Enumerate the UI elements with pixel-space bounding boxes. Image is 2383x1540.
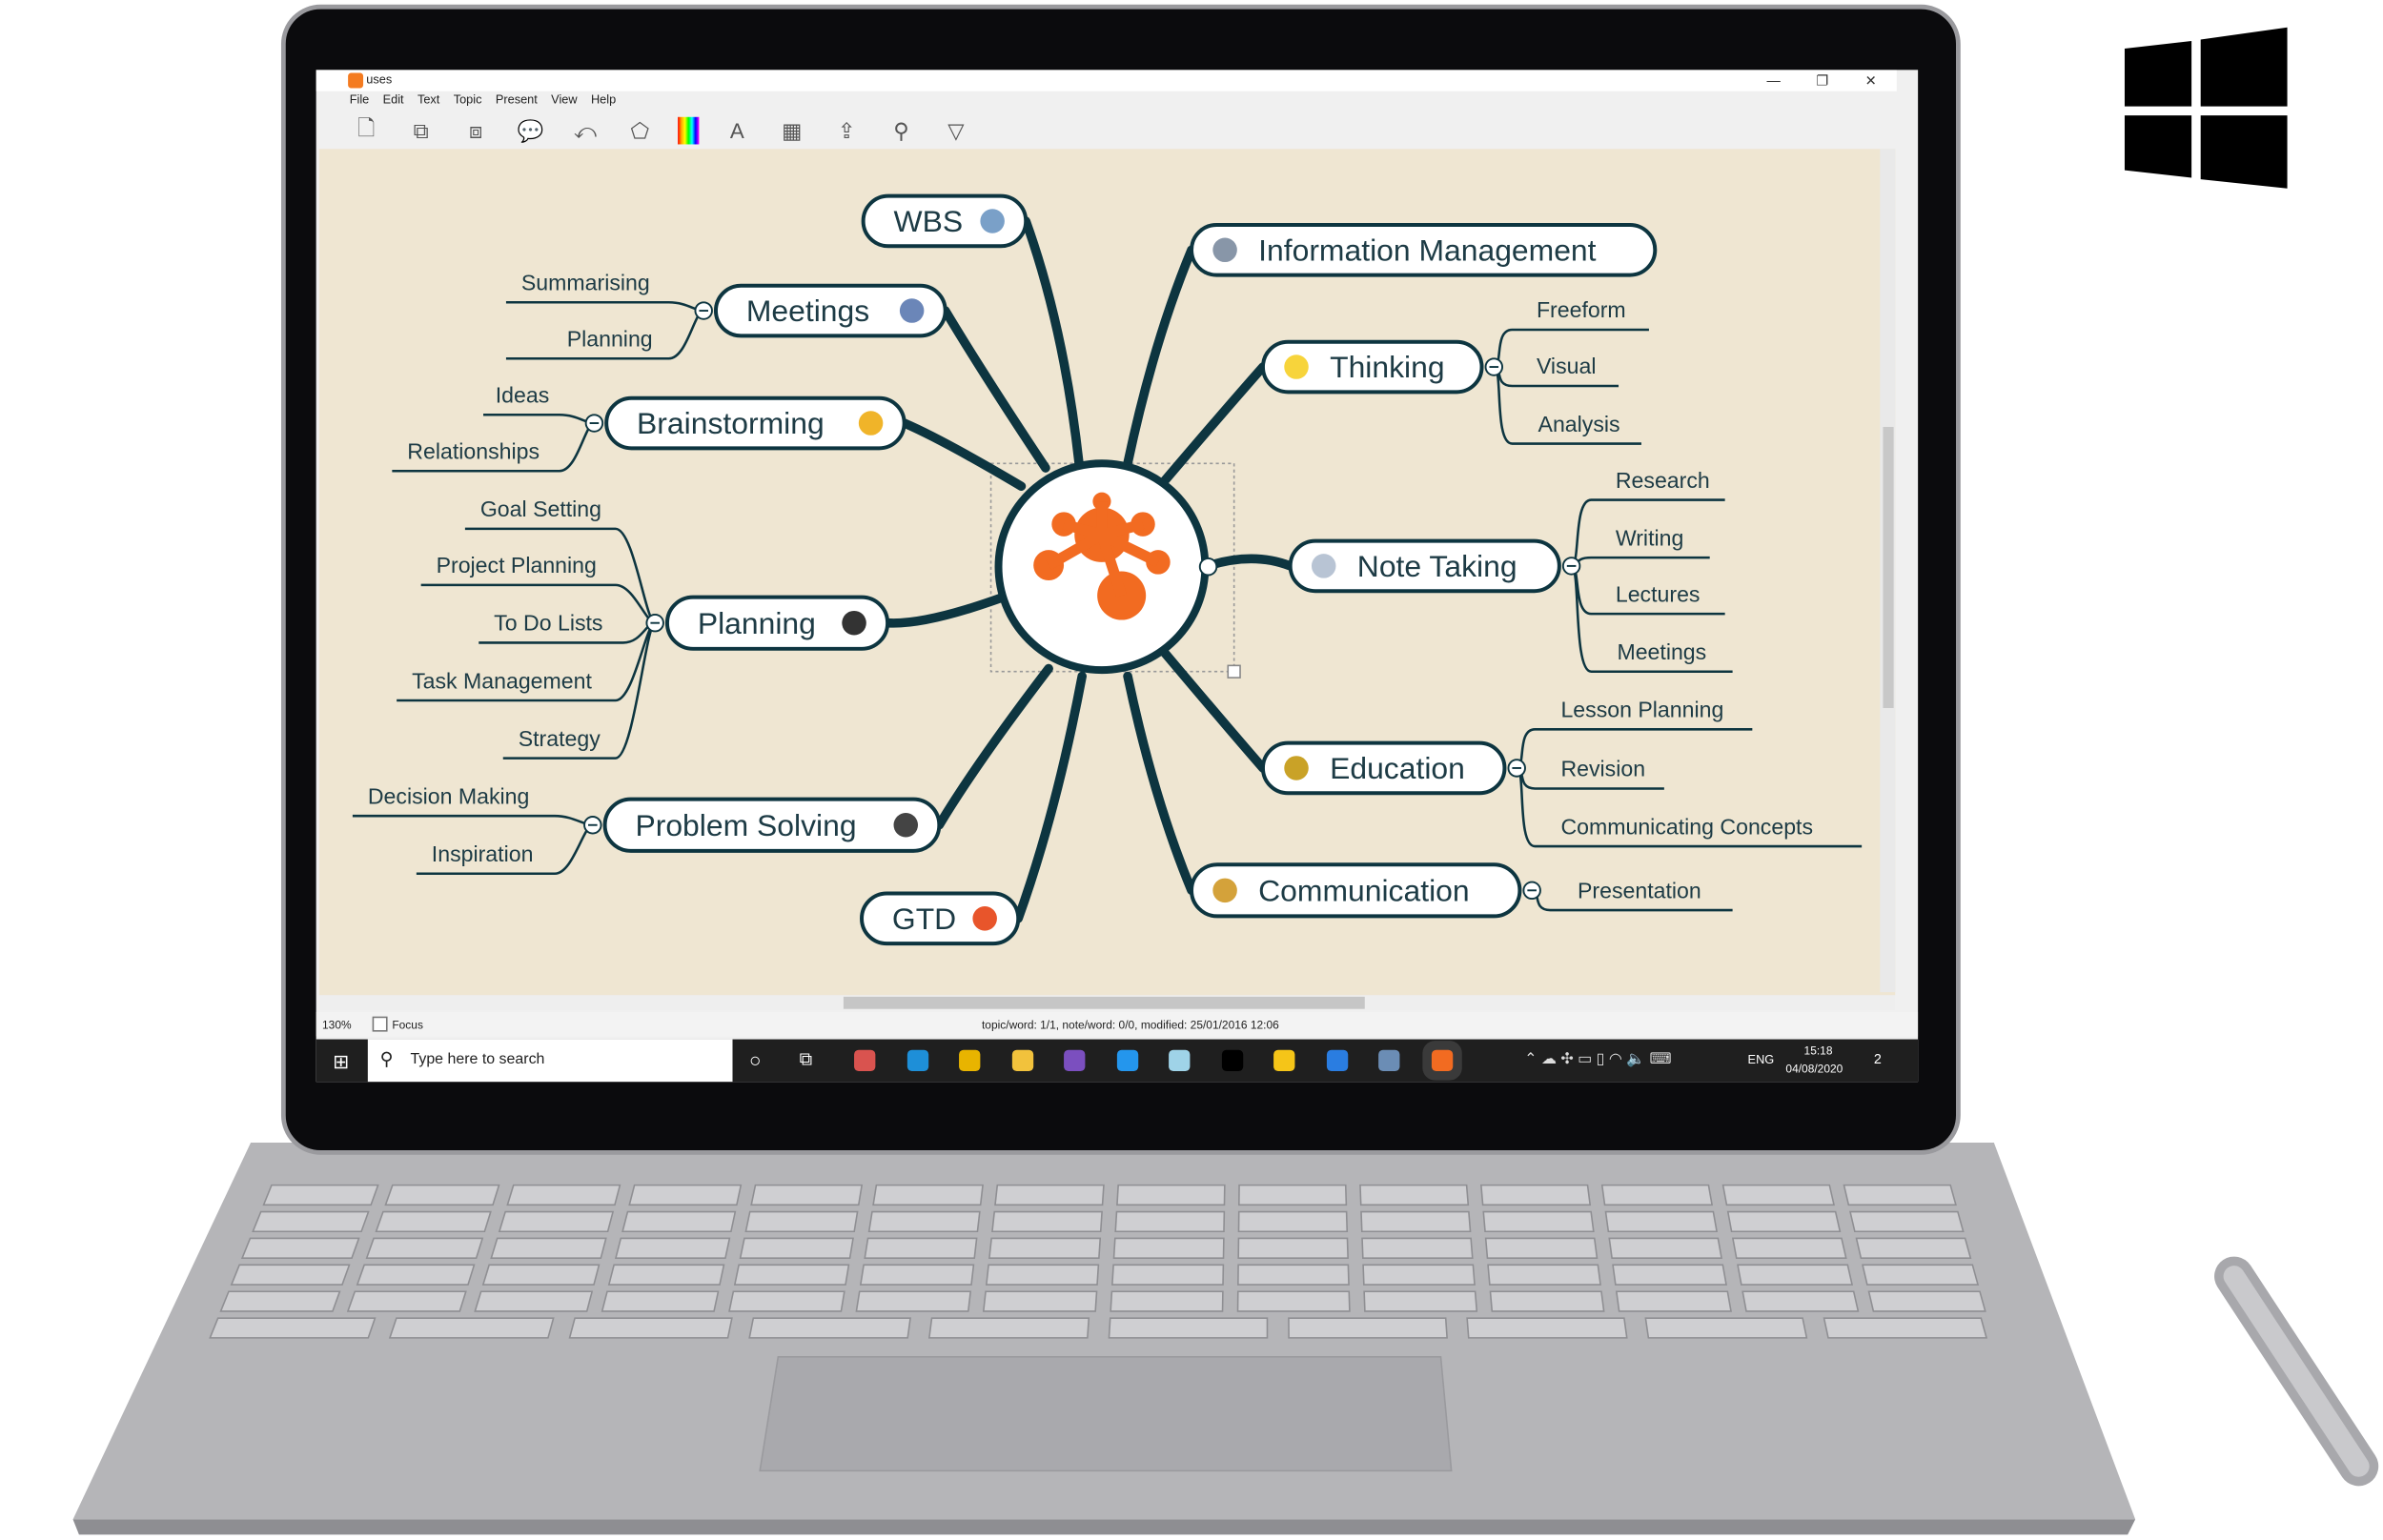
target-icon — [972, 906, 997, 931]
subtopic-label[interactable]: Task Management — [412, 668, 592, 693]
lightning-icon — [858, 411, 884, 436]
branch-information-management[interactable]: Information Management — [1190, 222, 1658, 277]
resize-handle[interactable] — [1227, 664, 1241, 679]
subtopic-label[interactable]: Writing — [1616, 525, 1683, 550]
leaf-connector — [1571, 556, 1710, 568]
branch-connector — [1200, 554, 1295, 572]
subtopic-label[interactable]: Project Planning — [437, 553, 597, 578]
topic-label: GTD — [892, 902, 956, 936]
branch-connector — [1123, 245, 1196, 469]
topic-label: Information Management — [1258, 233, 1597, 267]
subtopic-label[interactable]: Strategy — [519, 726, 601, 751]
subtopic-label[interactable]: Lectures — [1616, 581, 1701, 606]
subtopic-label[interactable]: Visual — [1537, 354, 1597, 378]
branch-brainstorming[interactable]: Brainstorming — [604, 395, 906, 451]
subtopic-label[interactable]: Presentation — [1578, 878, 1701, 902]
topic-label: Planning — [698, 606, 816, 640]
branch-communication[interactable]: Communication — [1190, 862, 1522, 919]
leaf-connector — [352, 814, 593, 827]
branch-connector — [883, 592, 1008, 628]
branch-thinking[interactable]: Thinking — [1260, 339, 1484, 395]
subtopic-label[interactable]: Planning — [567, 327, 653, 352]
subtopic-label[interactable]: Revision — [1560, 757, 1645, 781]
device-photo: uses — ❐ ✕ File Edit Text Topic Present View H… — [0, 0, 2383, 1540]
topic-label: Brainstorming — [637, 406, 825, 440]
branch-connector — [1157, 362, 1268, 488]
branch-connector — [940, 306, 1050, 473]
branch-note-taking[interactable]: Note Taking — [1288, 538, 1561, 594]
subtopic-label[interactable]: Inspiration — [432, 841, 534, 866]
mindmap: WBS Meetings Summarising Planning Brainstorm… — [352, 193, 1863, 946]
central-topic[interactable] — [994, 459, 1210, 675]
branch-problem-solving[interactable]: Problem Solving — [602, 797, 942, 853]
topic-label: Meetings — [746, 294, 869, 328]
subtopic-label[interactable]: Goal Setting — [480, 496, 601, 521]
envelope-icon — [1311, 554, 1336, 578]
branch-meetings[interactable]: Meetings — [713, 283, 947, 338]
leaf-connector — [505, 301, 704, 313]
leaf-connector — [483, 413, 595, 425]
topic-label: Problem Solving — [635, 808, 856, 842]
lightbulb-icon — [1284, 355, 1309, 379]
subtopic-label[interactable]: Summarising — [521, 271, 650, 295]
subtopic-label[interactable]: Relationships — [407, 439, 540, 464]
branch-connector — [934, 663, 1053, 830]
branch-wbs[interactable]: WBS — [861, 193, 1029, 249]
topic-label: Note Taking — [1357, 549, 1517, 583]
subtopic-label[interactable]: Communicating Concepts — [1560, 814, 1813, 839]
subtopic-label[interactable]: Research — [1616, 468, 1710, 493]
key-icon — [1212, 878, 1237, 903]
bell-icon — [1284, 756, 1309, 780]
topic-label: Communication — [1258, 873, 1469, 907]
subtopic-label[interactable]: Meetings — [1617, 639, 1706, 664]
database-icon — [1212, 237, 1237, 263]
collapse-toggle-icon[interactable] — [1198, 557, 1218, 577]
branch-planning[interactable]: Planning — [664, 595, 890, 651]
topic-label: WBS — [894, 204, 964, 238]
subtopic-label[interactable]: To Do Lists — [494, 611, 602, 636]
checkered-flag-icon — [842, 610, 866, 636]
subtopic-label[interactable]: Freeform — [1537, 297, 1626, 322]
hat-icon — [893, 813, 919, 838]
branch-education[interactable]: Education — [1260, 740, 1507, 796]
branch-connector — [1021, 216, 1084, 469]
subtopic-label[interactable]: Lesson Planning — [1560, 698, 1723, 722]
people-icon — [899, 298, 925, 323]
subtopic-label[interactable]: Analysis — [1538, 412, 1620, 436]
branch-connector — [1013, 671, 1087, 923]
branch-gtd[interactable]: GTD — [860, 891, 1021, 946]
topic-label: Education — [1330, 751, 1465, 785]
gear-icon — [980, 209, 1005, 233]
topic-label: Thinking — [1330, 350, 1444, 384]
subtopic-label[interactable]: Decision Making — [368, 783, 530, 808]
branch-connector — [899, 418, 1027, 491]
subtopic-label[interactable]: Ideas — [496, 383, 550, 408]
branch-connector — [1123, 671, 1196, 896]
branch-connector — [1157, 645, 1268, 773]
